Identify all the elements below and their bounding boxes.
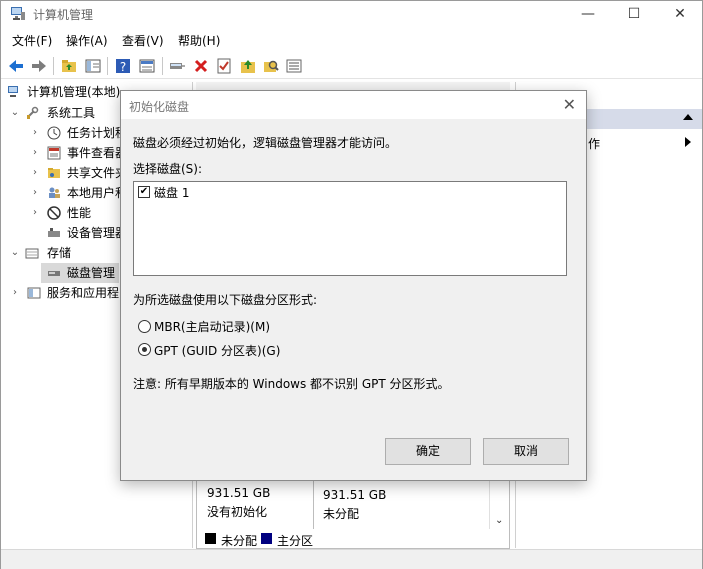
menu-bar: 文件(F) 操作(A) 查看(V) 帮助(H) [1,29,702,51]
select-disk-label: 选择磁盘(S): [133,162,203,176]
dialog-message: 磁盘必须经过初始化，逻辑磁盘管理器才能访问。 [133,136,398,150]
primary-partition-swatch [261,533,272,544]
legend-label: 主分区 [277,534,314,548]
users-icon [49,187,60,198]
close-button[interactable]: ✕ [657,1,703,27]
dialog-note: 注意: 所有早期版本的 Windows 都不识别 GPT 分区形式。 [133,377,450,391]
chevron-right-icon[interactable]: › [29,123,41,143]
tree-item-label: 共享文件夹 [67,166,128,180]
chevron-right-icon[interactable]: › [29,203,41,223]
radio-selected-dot [142,347,147,352]
search-folder-icon[interactable] [262,57,280,75]
computer-management-icon [11,7,25,20]
gpt-radio[interactable] [138,343,151,356]
svg-text:?: ? [120,60,126,74]
disk-item-label[interactable]: 磁盘 1 [154,184,189,201]
computer-management-window: 计算机管理 — ☐ ✕ 文件(F) 操作(A) 查看(V) 帮助(H) ? 计算… [0,0,703,569]
dialog-title-bar: 初始化磁盘 ✕ [121,91,586,119]
disk-management-icon [48,271,60,276]
disk-list[interactable]: ✔ 磁盘 1 [133,181,567,276]
menu-view[interactable]: 查看(V) [122,32,164,49]
scroll-down-icon[interactable]: ⌄ [495,515,503,526]
disk-status: 未分配 [323,507,360,521]
chevron-down-icon[interactable]: ⌄ [9,243,21,263]
tree-item-label: 本地用户和 [67,186,128,200]
cancel-button[interactable]: 取消 [483,438,569,465]
maximize-button[interactable]: ☐ [611,1,657,27]
list-icon[interactable] [285,57,303,75]
tree-item-label: 计算机管理(本地) [27,85,121,99]
minimize-button[interactable]: — [565,1,611,27]
collapse-up-icon[interactable] [683,114,693,120]
connect-icon[interactable] [168,57,186,75]
initialize-disk-dialog: 初始化磁盘 ✕ 磁盘必须经过初始化，逻辑磁盘管理器才能访问。 选择磁盘(S): … [120,90,587,481]
show-hide-tree-icon[interactable] [84,57,102,75]
window-title: 计算机管理 [33,8,94,22]
device-manager-icon [48,228,60,237]
chevron-right-icon[interactable]: › [29,163,41,183]
event-log-icon [47,146,61,160]
tree-item-label: 设备管理器 [67,226,128,240]
legend-label: 未分配 [221,534,258,548]
menu-help[interactable]: 帮助(H) [178,32,220,49]
mbr-radio-label[interactable]: MBR(主启动记录)(M) [154,318,270,335]
tree-item-label: 存储 [47,246,72,260]
disk-size: 931.51 GB [207,486,271,500]
toolbar: ? [1,53,702,79]
check-icon[interactable] [215,57,233,75]
chevron-right-icon[interactable]: › [29,183,41,203]
disk-status: 没有初始化 [207,505,268,519]
clock-icon [47,126,61,140]
delete-icon[interactable] [192,57,210,75]
menu-file[interactable]: 文件(F) [12,32,52,49]
gpt-radio-label[interactable]: GPT (GUID 分区表)(G) [154,342,280,359]
tree-item-label: 事件查看器 [67,146,128,160]
dialog-title: 初始化磁盘 [129,100,190,114]
back-arrow-icon[interactable] [7,57,25,75]
tree-item-label: 性能 [67,206,92,220]
status-bar [1,549,702,569]
legend: 未分配 主分区 [196,529,510,549]
shared-folder-icon [48,168,60,178]
tree-item-disk-management[interactable]: 磁盘管理 [41,263,119,283]
import-icon[interactable] [239,57,257,75]
submenu-arrow-icon[interactable] [685,137,691,147]
mbr-radio[interactable] [138,320,151,333]
forward-arrow-icon[interactable] [30,57,48,75]
ok-button[interactable]: 确定 [385,438,471,465]
chevron-down-icon[interactable]: ⌄ [9,103,21,123]
tools-icon [27,106,39,119]
title-bar: 计算机管理 — ☐ ✕ [1,1,702,27]
disk-size: 931.51 GB [323,488,387,502]
help-icon[interactable]: ? [114,57,132,75]
chevron-right-icon[interactable]: › [29,143,41,163]
up-folder-icon[interactable] [60,57,78,75]
performance-icon [47,206,61,220]
tree-item-label: 任务计划程 [67,126,128,140]
unallocated-swatch [205,533,216,544]
tree-item-label: 服务和应用程 [47,286,120,300]
properties-icon[interactable] [138,57,156,75]
dialog-close-icon[interactable]: ✕ [563,95,576,114]
actions-item[interactable]: 作 [588,135,600,152]
disk-checkbox[interactable]: ✔ [138,186,150,198]
storage-icon [25,248,39,259]
tree-item-label: 系统工具 [47,106,96,120]
tree-item-label: 磁盘管理 [67,266,116,280]
chevron-right-icon[interactable]: › [9,283,21,303]
services-icon [27,287,41,299]
partition-style-label: 为所选磁盘使用以下磁盘分区形式: [133,293,318,307]
computer-icon [8,86,18,97]
menu-action[interactable]: 操作(A) [66,32,108,49]
